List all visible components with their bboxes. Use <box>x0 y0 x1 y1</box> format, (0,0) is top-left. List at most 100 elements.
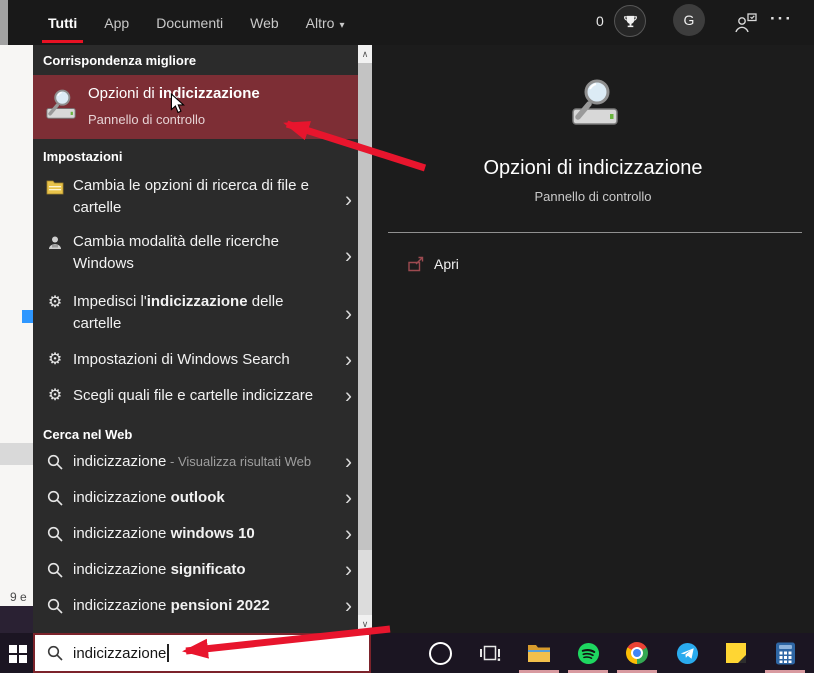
web-suggestion[interactable]: indicizzazione windows 10 › <box>33 516 358 552</box>
best-match-title: Opzioni di indicizzazione <box>88 85 260 102</box>
query-text: indicizzazione <box>73 525 171 542</box>
tab-altro-label: Altro <box>306 15 335 31</box>
item-text: Impedisci l'indicizzazione delle cartell… <box>73 291 331 335</box>
telegram-button[interactable] <box>675 641 699 665</box>
search-results-panel: Corrispondenza migliore Opzioni di indic… <box>33 45 358 633</box>
item-text: Cambia le opzioni di ricerca di file e c… <box>73 175 331 219</box>
divider <box>388 232 802 233</box>
setting-search-mode[interactable]: Cambia modalità delle ricerche Windows › <box>33 228 358 284</box>
tab-altro[interactable]: Altro ▾ <box>306 15 345 31</box>
text-caret <box>167 644 169 662</box>
cortana-icon <box>429 642 452 665</box>
web-suggestion[interactable]: indicizzazione pensioni 2022 › <box>33 588 358 624</box>
chevron-right-icon[interactable]: › <box>345 452 352 473</box>
item-text-pre: Impostazioni di Windows Search <box>73 351 290 368</box>
tab-app[interactable]: App <box>104 15 129 31</box>
sticky-notes-button[interactable] <box>724 641 748 665</box>
file-explorer-button[interactable] <box>527 641 551 665</box>
search-tabs: Tutti App Documenti Web Altro ▾ <box>48 0 345 45</box>
search-input[interactable]: indicizzazione <box>73 645 166 662</box>
web-suggestion[interactable]: indicizzazione - Visualizza risultati We… <box>33 444 358 480</box>
search-icon <box>45 596 65 616</box>
start-button[interactable] <box>9 645 27 663</box>
chevron-right-icon[interactable]: › <box>345 524 352 545</box>
item-text-pre: Cambia le opzioni di ricerca di file e c… <box>73 177 309 216</box>
section-web-search: Cerca nel Web <box>43 427 132 442</box>
chrome-button[interactable] <box>625 641 649 665</box>
query-text: indicizzazione <box>73 453 166 470</box>
scrollbar[interactable]: ∧ ∨ <box>358 45 372 633</box>
open-action[interactable]: Apri <box>372 247 814 283</box>
chevron-right-icon[interactable]: › <box>345 560 352 581</box>
file-explorer-icon <box>527 642 551 664</box>
setting-choose-folders[interactable]: ⚙ Scegli quali file e cartelle indicizza… <box>33 378 358 414</box>
item-text-pre: Impedisci l' <box>73 293 147 310</box>
gear-icon: ⚙ <box>45 293 65 313</box>
item-text: indicizzazione outlook <box>73 487 331 509</box>
chevron-right-icon[interactable]: › <box>345 386 352 407</box>
best-match-subtitle: Pannello di controllo <box>88 112 205 127</box>
item-text: indicizzazione pensioni 2022 <box>73 595 331 617</box>
tab-tutti[interactable]: Tutti <box>48 15 77 31</box>
web-suggestion[interactable]: indicizzazione outlook › <box>33 480 358 516</box>
taskbar: indicizzazione <box>0 633 814 673</box>
query-text: indicizzazione <box>73 597 171 614</box>
spotify-button[interactable] <box>576 641 600 665</box>
tab-web[interactable]: Web <box>250 15 279 31</box>
desktop-background: 9 e <box>0 0 33 673</box>
chevron-right-icon[interactable]: › <box>345 246 352 267</box>
preview-subtitle: Pannello di controllo <box>372 189 814 204</box>
desktop-gray-band <box>0 443 33 465</box>
query-note: - Visualizza risultati Web <box>166 454 311 469</box>
account-avatar[interactable]: G <box>673 4 705 36</box>
item-text: indicizzazione windows 10 <box>73 523 331 545</box>
folder-options-icon <box>45 177 65 197</box>
rewards-count: 0 <box>596 13 604 29</box>
search-icon <box>45 488 65 508</box>
desktop-dark-area <box>0 606 33 633</box>
setting-windows-search[interactable]: ⚙ Impostazioni di Windows Search › <box>33 342 358 378</box>
setting-prevent-indexing[interactable]: ⚙ Impedisci l'indicizzazione delle carte… <box>33 288 358 340</box>
setting-search-options[interactable]: Cambia le opzioni di ricerca di file e c… <box>33 172 358 228</box>
window-edge <box>0 0 8 45</box>
gear-icon: ⚙ <box>45 350 65 370</box>
calculator-icon <box>775 642 796 665</box>
taskbar-search-box[interactable]: indicizzazione <box>33 633 371 673</box>
desktop-text-snippet: 9 e <box>10 590 27 604</box>
spotify-icon <box>577 642 600 665</box>
feedback-person-icon[interactable] <box>734 11 758 33</box>
best-match-result[interactable]: Opzioni di indicizzazione Pannello di co… <box>33 75 358 139</box>
scroll-up-icon[interactable]: ∧ <box>358 45 372 63</box>
sticky-notes-icon <box>725 642 747 664</box>
indexing-options-icon <box>43 89 79 128</box>
scroll-down-icon[interactable]: ∨ <box>358 615 372 633</box>
chevron-right-icon[interactable]: › <box>345 596 352 617</box>
cortana-button[interactable] <box>428 641 452 665</box>
calculator-button[interactable] <box>773 641 797 665</box>
chevron-right-icon[interactable]: › <box>345 190 352 211</box>
more-options-icon[interactable]: ··· <box>770 9 793 29</box>
item-text-pre: Scegli quali file e cartelle indicizzare <box>73 387 313 404</box>
section-best-match: Corrispondenza migliore <box>43 53 196 68</box>
query-suffix: significato <box>171 561 246 578</box>
chevron-right-icon[interactable]: › <box>345 350 352 371</box>
gear-icon: ⚙ <box>45 386 65 406</box>
task-view-button[interactable] <box>478 641 502 665</box>
search-icon <box>45 560 65 580</box>
search-icon <box>47 645 63 661</box>
task-view-icon <box>479 643 501 663</box>
item-text: Cambia modalità delle ricerche Windows <box>73 231 331 275</box>
telegram-icon <box>676 642 699 665</box>
result-preview-panel: Opzioni di indicizzazione Pannello di co… <box>372 45 814 633</box>
best-match-title-pre: Opzioni di <box>88 85 159 102</box>
chevron-down-icon: ▾ <box>339 20 344 31</box>
tab-documenti[interactable]: Documenti <box>156 15 223 31</box>
chevron-right-icon[interactable]: › <box>345 304 352 325</box>
query-text: indicizzazione <box>73 489 171 506</box>
web-suggestion[interactable]: indicizzazione significato › <box>33 552 358 588</box>
scrollbar-thumb[interactable] <box>358 63 372 550</box>
query-suffix: outlook <box>171 489 225 506</box>
item-text-pre: Cambia modalità delle ricerche Windows <box>73 233 279 272</box>
chevron-right-icon[interactable]: › <box>345 488 352 509</box>
rewards-trophy-icon[interactable] <box>614 5 646 37</box>
